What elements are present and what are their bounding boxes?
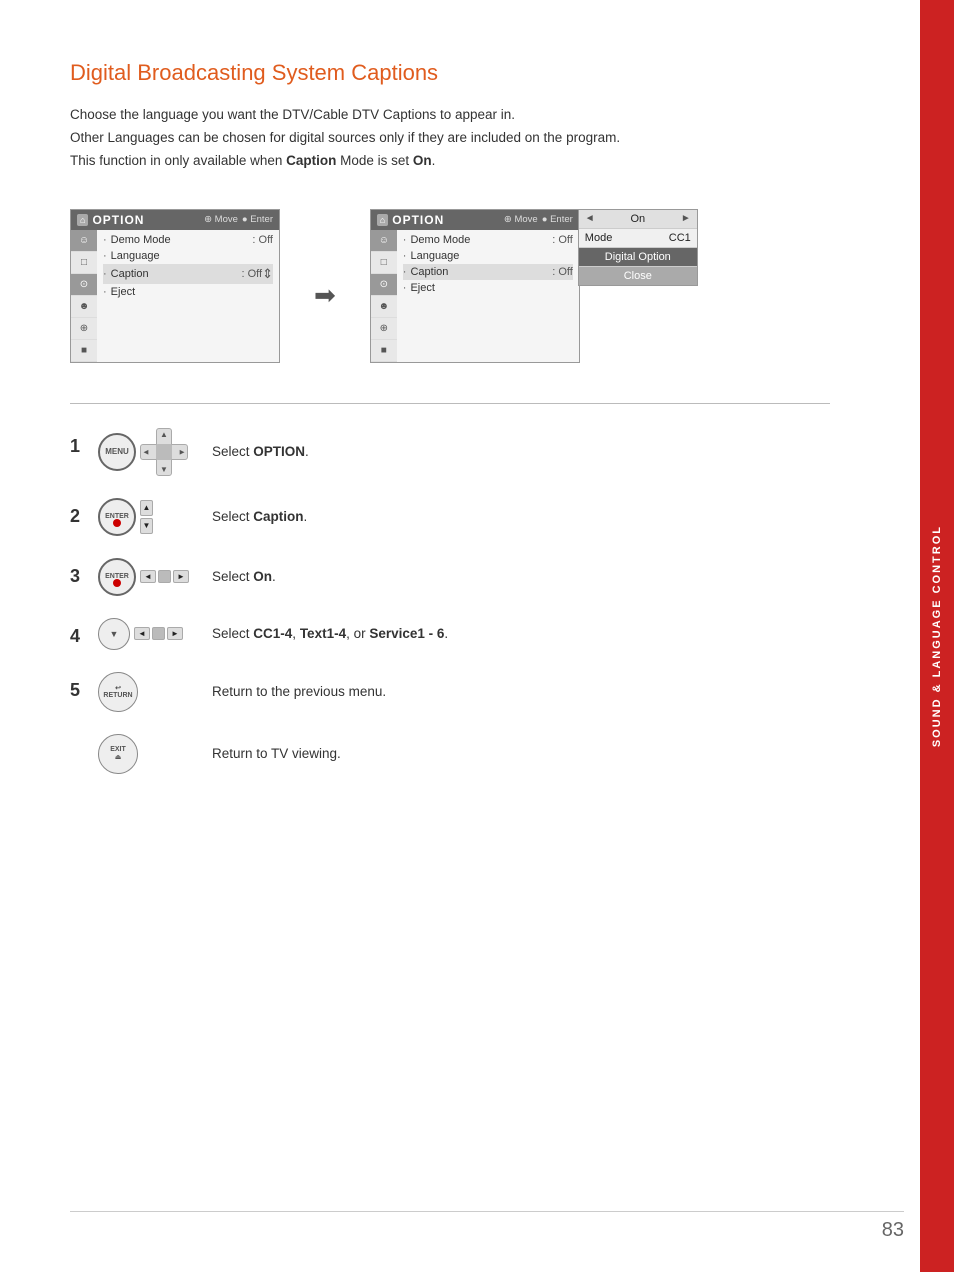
desc-line-2: Other Languages can be chosen for digita… [70, 127, 830, 150]
dpad-h-4[interactable]: ◄ ► [134, 627, 183, 640]
dpad-1[interactable]: ▲ ▼ ◄ ► [140, 428, 188, 476]
item-demo-right: · Demo Mode : Off [403, 232, 573, 248]
dpad-v-2[interactable]: ▲ ▼ [140, 500, 153, 534]
arrow-between-panels: ➡ [304, 280, 346, 311]
page-number: 83 [882, 1219, 904, 1242]
dpad-h-3[interactable]: ◄ ► [140, 570, 189, 583]
panel-title-left: OPTION [92, 213, 144, 227]
steps-section: 1 MENU ▲ ▼ ◄ ► Select OPTION. 2 [70, 428, 830, 774]
bottom-divider [70, 1211, 904, 1212]
step-1-number: 1 [70, 436, 84, 457]
panel-icons-left: ☺ □ ⊙ ☻ ⊕ ■ [71, 230, 97, 362]
step-5-text: Return to the previous menu. [212, 682, 386, 702]
sub-panel-on-value: On [595, 213, 681, 225]
panel-icons-right: ☺ □ ⊙ ☻ ⊕ ■ [371, 230, 397, 362]
diagrams-row: ⌂ OPTION ⊕ Move● Enter ☺ □ ⊙ ☻ ⊕ ■ [70, 209, 830, 363]
return-button[interactable]: ↩ RETURN [98, 672, 138, 712]
panel-items-left: · Demo Mode : Off · Language · Caption :… [97, 230, 279, 362]
option-panel-right: ⌂ OPTION ⊕ Move● Enter ☺ □ ⊙ ☻ ⊕ ■ [370, 209, 580, 363]
sidebar: SOUND & LANGUAGE CONTROL [920, 0, 954, 1272]
step-5-buttons: ↩ RETURN [98, 672, 198, 712]
step-exit-text: Return to TV viewing. [212, 744, 341, 764]
item-language-right: · Language [403, 248, 573, 264]
header-icon-right: ⌂ [377, 214, 388, 226]
panel-header-left: ⌂ OPTION ⊕ Move● Enter [71, 210, 279, 230]
step-2-buttons: ENTER ▲ ▼ [98, 498, 198, 536]
r-icon-2: □ [371, 252, 397, 274]
panel-body-right: ☺ □ ⊙ ☻ ⊕ ■ · Demo Mode : Off [371, 230, 579, 362]
desc-line-3: This function in only available when Cap… [70, 150, 830, 173]
panel-title-right: OPTION [392, 213, 444, 227]
icon-6: ■ [71, 340, 97, 362]
item-caption-right: · Caption : Off [403, 264, 573, 280]
arrow-right-icon: ► [681, 213, 691, 224]
r-icon-3: ⊙ [371, 274, 397, 296]
step-4-text: Select CC1-4, Text1-4, or Service1 - 6. [212, 624, 448, 644]
enter-button-3[interactable]: ENTER [98, 558, 136, 596]
panel-body-left: ☺ □ ⊙ ☻ ⊕ ■ · Demo Mode : Off · Languag [71, 230, 279, 362]
enter-button-2[interactable]: ENTER [98, 498, 136, 536]
exit-button[interactable]: EXIT ⏏ [98, 734, 138, 774]
r-icon-1: ☺ [371, 230, 397, 252]
icon-1: ☺ [71, 230, 97, 252]
right-panel-group: ⌂ OPTION ⊕ Move● Enter ☺ □ ⊙ ☻ ⊕ ■ [370, 209, 698, 363]
step-2-text: Select Caption. [212, 507, 307, 527]
step-3-number: 3 [70, 566, 84, 587]
item-eject-right: · Eject [403, 280, 573, 296]
step-2-number: 2 [70, 506, 84, 527]
page-title: Digital Broadcasting System Captions [70, 60, 830, 86]
close-button[interactable]: Close [579, 267, 697, 285]
sub-panel-on-row: ◄ On ► [579, 210, 697, 229]
description: Choose the language you want the DTV/Cab… [70, 104, 830, 173]
mode-label: Mode [585, 232, 613, 244]
step-1-row: 1 MENU ▲ ▼ ◄ ► Select OPTION. [70, 428, 830, 476]
step-3-buttons: ENTER ◄ ► [98, 558, 198, 596]
section-divider [70, 403, 830, 404]
item-eject-left: · Eject [103, 284, 273, 300]
mode-value: CC1 [669, 232, 691, 244]
menu-button[interactable]: MENU [98, 433, 136, 471]
icon-3: ⊙ [71, 274, 97, 296]
icon-4: ☻ [71, 296, 97, 318]
item-language-left: · Language [103, 248, 273, 264]
panel-hints-right: ⊕ Move● Enter [500, 214, 573, 225]
option-panel-left: ⌂ OPTION ⊕ Move● Enter ☺ □ ⊙ ☻ ⊕ ■ [70, 209, 280, 363]
r-icon-4: ☻ [371, 296, 397, 318]
page-content: Digital Broadcasting System Captions Cho… [0, 0, 900, 856]
r-icon-6: ■ [371, 340, 397, 362]
sidebar-text: SOUND & LANGUAGE CONTROL [931, 525, 943, 747]
step-1-buttons: MENU ▲ ▼ ◄ ► [98, 428, 198, 476]
step-4-buttons: ▼ ◄ ► [98, 618, 198, 650]
panel-header-right: ⌂ OPTION ⊕ Move● Enter [371, 210, 579, 230]
panel-hints-left: ⊕ Move● Enter [200, 214, 273, 225]
step-5-row: 5 ↩ RETURN Return to the previous menu. [70, 672, 830, 712]
item-caption-left: · Caption : Off ⇕ [103, 264, 273, 284]
header-icon-left: ⌂ [77, 214, 88, 226]
step-5-number: 5 [70, 680, 84, 701]
digital-option-button[interactable]: Digital Option [579, 248, 697, 267]
item-demo-left: · Demo Mode : Off [103, 232, 273, 248]
icon-2: □ [71, 252, 97, 274]
step-exit-buttons: EXIT ⏏ [98, 734, 198, 774]
panel-items-right: · Demo Mode : Off · Language · Caption :… [397, 230, 579, 362]
icon-5: ⊕ [71, 318, 97, 340]
sub-panel: ◄ On ► Mode CC1 Digital Option Close [578, 209, 698, 286]
desc-line-1: Choose the language you want the DTV/Cab… [70, 104, 830, 127]
arrow-left-icon: ◄ [585, 213, 595, 224]
step-4-row: 4 ▼ ◄ ► Select CC1-4, Text1-4, or Servic… [70, 618, 830, 650]
step-2-row: 2 ENTER ▲ ▼ Select Caption. [70, 498, 830, 536]
sub-panel-mode-row: Mode CC1 [579, 229, 697, 248]
step-3-row: 3 ENTER ◄ ► Select On. [70, 558, 830, 596]
step-exit-row: 0 EXIT ⏏ Return to TV viewing. [70, 734, 830, 774]
r-icon-5: ⊕ [371, 318, 397, 340]
step-4-number: 4 [70, 626, 84, 647]
step-1-text: Select OPTION. [212, 442, 309, 462]
circle-down-4: ▼ [98, 618, 130, 650]
step-3-text: Select On. [212, 567, 276, 587]
